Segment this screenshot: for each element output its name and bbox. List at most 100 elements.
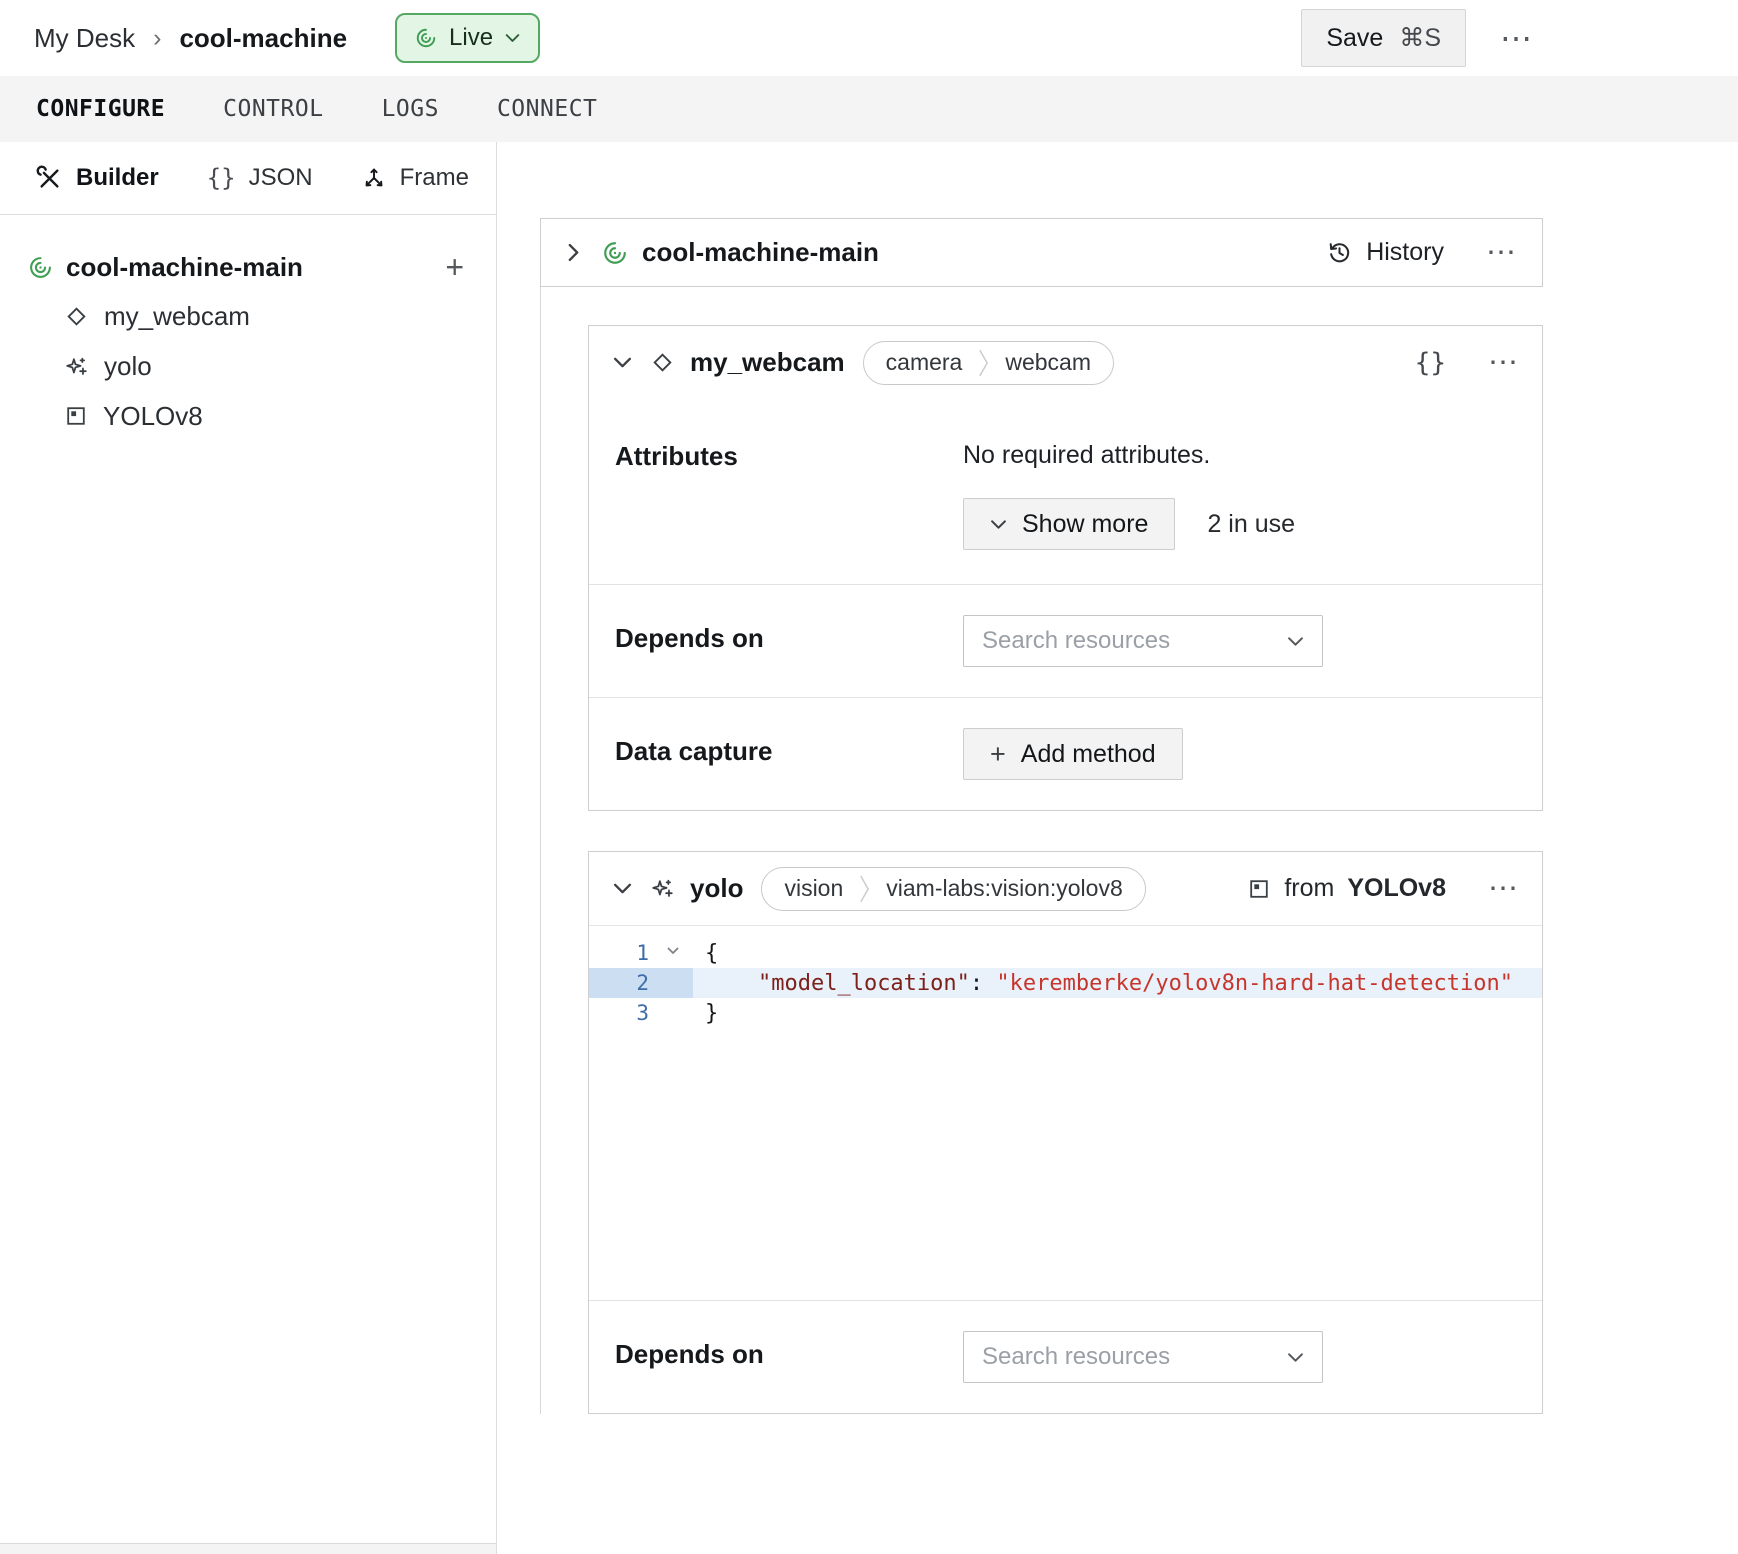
history-clock-icon [1326,239,1353,266]
history-button[interactable]: History [1326,238,1444,267]
from-module-indicator: from YOLOv8 [1247,874,1446,903]
module-icon [64,404,88,428]
mode-frame[interactable]: Frame [361,164,469,192]
line-number: 3 [589,998,693,1028]
service-sparkle-icon [64,354,89,379]
config-main-panel: cool-machine-main History ⋯ [497,142,1738,1554]
mode-builder[interactable]: Builder [36,164,159,192]
json-label: JSON [249,164,313,192]
code-line[interactable]: 3 } [589,998,1542,1028]
yolo-card-more-icon[interactable]: ⋯ [1488,874,1518,904]
builder-tools-icon [36,165,63,192]
service-sparkle-icon [650,876,675,901]
tree-item-my-webcam[interactable]: my_webcam [28,291,468,341]
chevron-down-icon[interactable] [613,882,632,895]
save-button[interactable]: Save ⌘S [1301,9,1466,67]
live-status-dropdown[interactable]: Live [395,13,540,63]
tab-connect[interactable]: CONNECT [497,96,597,122]
webcam-card-more-icon[interactable]: ⋯ [1488,348,1518,378]
app-window: My Desk › cool-machine Live Save ⌘S ⋯ [0,0,1738,1554]
machine-part-title: cool-machine-main [642,237,879,268]
braces-icon: {} [207,164,236,192]
yolo-card-header: yolo vision viam-labs:vision:yolov8 [589,852,1542,925]
frame-label: Frame [400,164,469,192]
more-menu-icon[interactable]: ⋯ [1500,22,1532,54]
machine-part-icon [28,255,53,280]
live-label: Live [449,24,493,52]
json-attributes-editor[interactable]: 1 { 2 "model_location": "ker [589,925,1542,1300]
history-label: History [1366,238,1444,267]
attributes-actions: Show more 2 in use [963,498,1295,550]
tab-configure[interactable]: CONFIGURE [36,96,165,122]
tab-control[interactable]: CONTROL [223,96,323,122]
tag-camera: camera [886,349,963,376]
code-line-active[interactable]: 2 "model_location": "keremberke/yolov8n-… [589,968,1542,998]
content-area: Builder {} JSON Frame [0,142,1738,1554]
tree-item-label: yolo [104,351,152,382]
line-number: 1 [589,938,693,968]
breadcrumb-current: cool-machine [179,23,347,54]
resource-tree: cool-machine-main + my_webcam [0,215,496,441]
tree-item-yolov8-module[interactable]: YOLOv8 [28,391,468,441]
tag-webcam: webcam [1005,349,1091,376]
yolo-type-tag: vision viam-labs:vision:yolov8 [761,867,1145,911]
tag-model-triplet: viam-labs:vision:yolov8 [886,875,1122,902]
depends-on-select[interactable]: Search resources [963,1331,1323,1383]
webcam-card-header: my_webcam camera webcam {} ⋯ [589,326,1542,399]
plus-icon: + [990,741,1006,768]
viam-live-icon [415,27,437,49]
chevron-down-icon [990,519,1007,530]
add-method-label: Add method [1021,740,1156,769]
breadcrumb-separator: › [153,24,161,53]
tree-item-label: my_webcam [104,301,250,332]
webcam-header-actions: {} ⋯ [1415,348,1518,378]
tree-item-yolo[interactable]: yolo [28,341,468,391]
depends-on-placeholder: Search resources [982,627,1170,655]
data-capture-section: Data capture + Add method [589,697,1542,810]
webcam-card-title: my_webcam [690,347,845,378]
resource-card-my-webcam: my_webcam camera webcam {} ⋯ [588,325,1543,811]
attributes-label: Attributes [615,433,963,472]
depends-on-label: Depends on [615,615,963,654]
code-fold-icon[interactable] [667,947,679,955]
save-shortcut: ⌘S [1399,23,1441,53]
code-content: } [693,1001,718,1026]
part-card-more-icon[interactable]: ⋯ [1486,238,1516,268]
breadcrumb-parent[interactable]: My Desk [34,23,135,54]
code-line[interactable]: 1 { [589,938,1542,968]
chevron-down-icon[interactable] [613,356,632,369]
add-method-button[interactable]: + Add method [963,728,1183,780]
save-label: Save [1326,24,1383,53]
depends-on-select[interactable]: Search resources [963,615,1323,667]
attributes-in-use-count: 2 in use [1207,510,1295,539]
builder-label: Builder [76,164,159,192]
from-module-name: YOLOv8 [1347,874,1446,903]
tab-logs[interactable]: LOGS [382,96,439,122]
frame-axes-icon [361,165,387,191]
code-content: "model_location": "keremberke/yolov8n-ha… [693,971,1513,996]
depends-on-label: Depends on [615,1331,963,1370]
show-more-label: Show more [1022,510,1148,539]
chevron-down-icon [1287,636,1304,647]
line-number: 2 [589,968,693,998]
from-label: from [1284,874,1334,903]
yolo-card-title: yolo [690,873,743,904]
tree-root-machine-part[interactable]: cool-machine-main + [28,243,468,291]
yolo-depends-on-section: Depends on Search resources [589,1300,1542,1413]
attributes-section: Attributes No required attributes. Show … [589,399,1542,584]
component-camera-icon [650,350,675,375]
sidebar-scrollbar-track[interactable] [0,1543,496,1554]
attributes-content: No required attributes. Show more 2 in u… [963,433,1295,550]
webcam-type-tag: camera webcam [863,341,1114,385]
data-capture-label: Data capture [615,728,963,767]
tag-vision: vision [784,875,843,902]
machine-part-card: cool-machine-main History ⋯ [540,218,1543,287]
depends-on-section: Depends on Search resources [589,584,1542,697]
json-string-token: "keremberke/yolov8n-hard-hat-detection" [996,971,1513,996]
show-more-button[interactable]: Show more [963,498,1175,550]
chevron-right-icon[interactable] [567,243,580,262]
machine-part-icon [602,240,628,266]
edit-json-icon[interactable]: {} [1415,348,1446,378]
add-resource-button[interactable]: + [441,251,468,283]
mode-json[interactable]: {} JSON [207,164,313,192]
